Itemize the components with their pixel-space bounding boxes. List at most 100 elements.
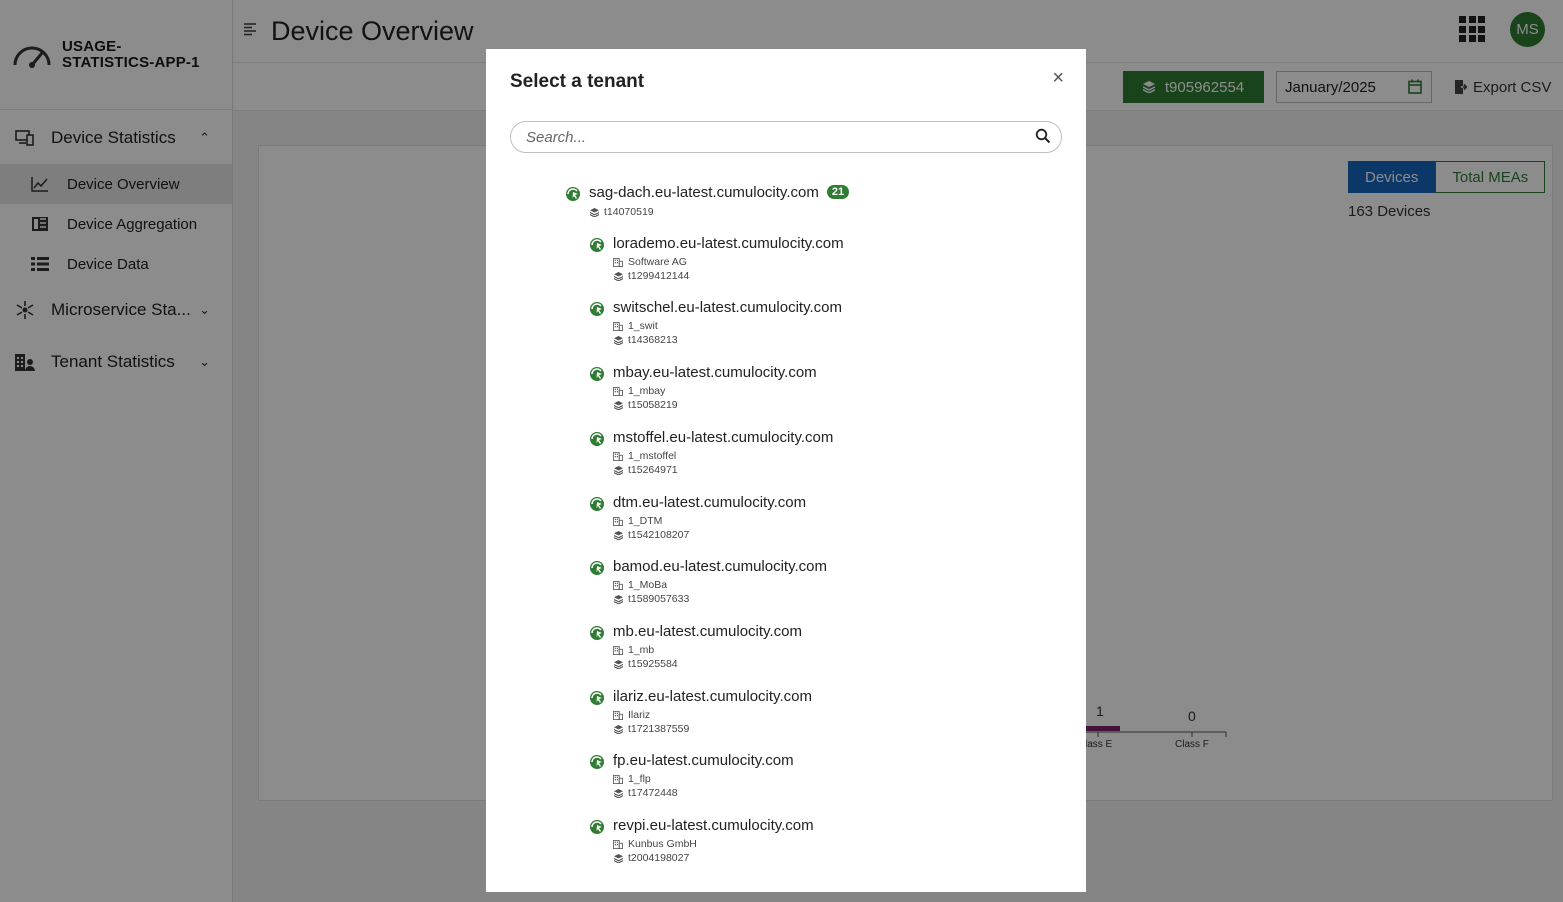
tenant-id-row: t14368213 xyxy=(613,334,678,346)
tenant-domain: dtm.eu-latest.cumulocity.com xyxy=(613,494,807,511)
tenant-domain: sag-dach.eu-latest.cumulocity.com xyxy=(589,184,819,201)
tenant-company: Software AG xyxy=(628,256,687,268)
tenant-domain: mb.eu-latest.cumulocity.com xyxy=(613,623,802,640)
tenant-company: 1_DTM xyxy=(628,515,663,527)
tenant-domain: lorademo.eu-latest.cumulocity.com xyxy=(613,235,844,252)
tenant-id-row: t1299412144 xyxy=(613,270,689,282)
close-button[interactable]: × xyxy=(1052,67,1064,90)
tenant-company-row: Ilariz xyxy=(613,709,650,721)
tenant-globe-icon xyxy=(566,187,580,201)
tenant-company-row: Software AG xyxy=(613,256,687,268)
tenant-id-row: t1542108207 xyxy=(613,529,689,541)
tenant-id-row: t1721387559 xyxy=(613,723,689,735)
tenant-id: t14070519 xyxy=(604,206,654,218)
tenant-id: t15264971 xyxy=(628,464,678,476)
tenant-company: 1_MoBa xyxy=(628,579,668,591)
layers-icon xyxy=(613,465,623,475)
tenant-globe-icon xyxy=(590,497,604,511)
building-icon xyxy=(613,386,623,396)
tenant-company: Ilariz xyxy=(628,709,651,721)
building-icon xyxy=(613,580,623,590)
building-icon xyxy=(613,516,623,526)
tenant-id: t15058219 xyxy=(628,399,678,411)
subtenant-count-badge: 21 xyxy=(826,185,850,199)
layers-icon xyxy=(613,594,623,604)
tenant-company-row: 1_DTM xyxy=(613,515,662,527)
select-tenant-modal: Select a tenant × sag-dach.eu-latest.cum… xyxy=(486,49,1086,892)
search-box xyxy=(510,121,1062,153)
building-icon xyxy=(613,451,623,461)
tenant-globe-icon xyxy=(590,238,604,252)
tenant-domain: mstoffel.eu-latest.cumulocity.com xyxy=(613,429,834,446)
tenant-globe-icon xyxy=(590,367,604,381)
building-icon xyxy=(613,321,623,331)
tenant-item[interactable]: mstoffel.eu-latest.cumulocity.com 1_mstof… xyxy=(589,429,1009,477)
tenant-company: Kunbus GmbH xyxy=(628,838,697,850)
tenant-id-row: t15058219 xyxy=(613,399,678,411)
tenant-id: t1299412144 xyxy=(628,270,690,282)
tenant-id: t2004198027 xyxy=(628,852,690,864)
tenant-globe-icon xyxy=(590,691,604,705)
tenant-id: t15925584 xyxy=(628,658,678,670)
search-input[interactable] xyxy=(511,122,1061,152)
tenant-domain: bamod.eu-latest.cumulocity.com xyxy=(613,558,827,575)
building-icon xyxy=(613,839,623,849)
search-icon[interactable] xyxy=(1035,128,1051,144)
layers-icon xyxy=(613,335,623,345)
tenant-item[interactable]: bamod.eu-latest.cumulocity.com 1_MoBa t158… xyxy=(589,558,1009,606)
layers-icon xyxy=(613,659,623,669)
modal-title: Select a tenant xyxy=(510,71,645,92)
tenant-globe-icon xyxy=(590,432,604,446)
layers-icon xyxy=(589,207,599,217)
tenant-globe-icon xyxy=(590,755,604,769)
building-icon xyxy=(613,257,623,267)
tenant-id-row: t15925584 xyxy=(613,658,678,670)
tenant-id: t17472448 xyxy=(628,787,678,799)
tenant-company: 1_mstoffel xyxy=(628,450,677,462)
tenant-company: 1_flp xyxy=(628,773,651,785)
tenant-item[interactable]: ilariz.eu-latest.cumulocity.com Ilariz t17… xyxy=(589,688,1009,736)
tenant-id: t1721387559 xyxy=(628,723,690,735)
tenant-id-row: t14070519 xyxy=(589,206,654,218)
tenant-company: 1_swit xyxy=(628,320,658,332)
tenant-domain: switschel.eu-latest.cumulocity.com xyxy=(613,299,842,316)
layers-icon xyxy=(613,530,623,540)
tenant-globe-icon xyxy=(590,302,604,316)
tenant-id-row: t1589057633 xyxy=(613,593,689,605)
tenant-item[interactable]: revpi.eu-latest.cumulocity.com Kunbus Gmb… xyxy=(589,817,1009,865)
tenant-item[interactable]: mbay.eu-latest.cumulocity.com 1_mbay t1505… xyxy=(589,364,1009,412)
tenant-item[interactable]: fp.eu-latest.cumulocity.com 1_flp t1747244… xyxy=(589,752,1009,800)
building-icon xyxy=(613,710,623,720)
tenant-id-row: t17472448 xyxy=(613,787,678,799)
tenant-item[interactable]: switschel.eu-latest.cumulocity.com 1_swit… xyxy=(589,299,1009,347)
tenant-globe-icon xyxy=(590,820,604,834)
building-icon xyxy=(613,774,623,784)
tenant-id: t1589057633 xyxy=(628,593,690,605)
tenant-company-row: 1_swit xyxy=(613,320,658,332)
tenant-company-row: 1_MoBa xyxy=(613,579,667,591)
tenant-company-row: Kunbus GmbH xyxy=(613,838,697,850)
tenant-id-row: t2004198027 xyxy=(613,852,689,864)
tenant-id: t14368213 xyxy=(628,334,678,346)
tenant-company-row: 1_mbay xyxy=(613,385,665,397)
tenant-id: t1542108207 xyxy=(628,529,690,541)
tenant-domain: ilariz.eu-latest.cumulocity.com xyxy=(613,688,812,705)
tenant-item[interactable]: lorademo.eu-latest.cumulocity.com Softwar… xyxy=(589,235,1009,283)
tenant-globe-icon xyxy=(590,561,604,575)
tenant-item[interactable]: dtm.eu-latest.cumulocity.com 1_DTM t154210… xyxy=(589,494,1009,542)
building-icon xyxy=(613,645,623,655)
tenant-company-row: 1_mb xyxy=(613,644,654,656)
tenant-domain: fp.eu-latest.cumulocity.com xyxy=(613,752,794,769)
tenant-item[interactable]: mb.eu-latest.cumulocity.com 1_mb t15925584 xyxy=(589,623,1009,671)
tenant-company-row: 1_flp xyxy=(613,773,651,785)
tenant-globe-icon xyxy=(590,626,604,640)
tenant-domain: mbay.eu-latest.cumulocity.com xyxy=(613,364,817,381)
layers-icon xyxy=(613,724,623,734)
tenant-domain: revpi.eu-latest.cumulocity.com xyxy=(613,817,814,834)
layers-icon xyxy=(613,788,623,798)
tenant-company-row: 1_mstoffel xyxy=(613,450,676,462)
layers-icon xyxy=(613,400,623,410)
tenant-item-parent[interactable]: sag-dach.eu-latest.cumulocity.com 21 t140… xyxy=(565,184,965,224)
layers-icon xyxy=(613,853,623,863)
layers-icon xyxy=(613,271,623,281)
